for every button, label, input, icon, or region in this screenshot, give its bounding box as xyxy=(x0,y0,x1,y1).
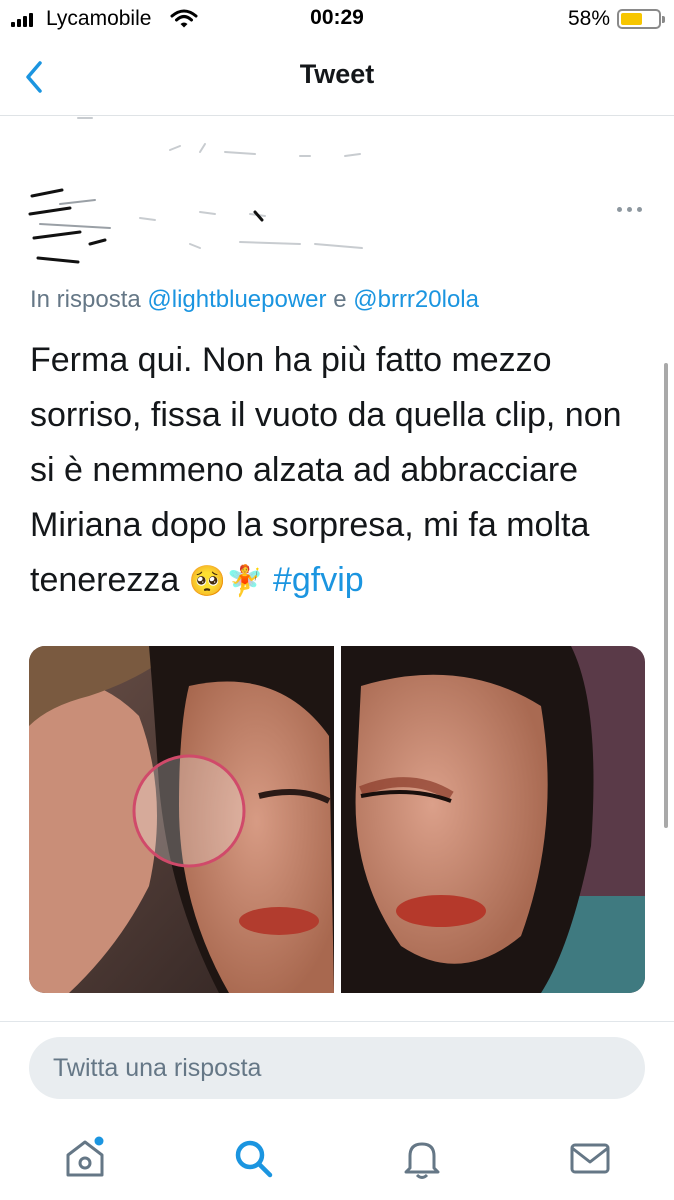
ellipsis-icon[interactable] xyxy=(617,207,642,212)
photo-right[interactable] xyxy=(340,646,646,993)
navigation-bar: Tweet xyxy=(0,40,674,116)
notification-badge xyxy=(94,1136,104,1146)
reply-conjunction: e xyxy=(333,286,347,313)
tab-notifications[interactable] xyxy=(397,1133,447,1183)
reply-bar: Twitta una risposta xyxy=(0,1021,674,1117)
photo-left[interactable] xyxy=(29,646,334,993)
battery-percent: 58% xyxy=(567,7,610,30)
status-bar: Lycamobile 00:29 58% xyxy=(0,0,674,40)
tweet-text: Ferma qui. Non ha più fatto mezzo sorris… xyxy=(30,333,650,609)
reply-context: In risposta @lightbluepower e @brrr20lol… xyxy=(30,286,479,314)
hashtag-link[interactable]: #gfvip xyxy=(273,561,364,599)
mention-link[interactable]: @brrr20lola xyxy=(353,286,479,313)
battery-fill xyxy=(621,13,642,25)
search-icon xyxy=(235,1140,273,1178)
mail-icon xyxy=(570,1143,610,1174)
page-title: Tweet xyxy=(299,59,375,89)
tab-search[interactable] xyxy=(228,1133,278,1183)
mention-link[interactable]: @lightbluepower xyxy=(147,286,326,313)
battery-icon xyxy=(617,9,665,29)
redacted-author-info xyxy=(28,117,363,264)
tab-messages[interactable] xyxy=(565,1133,615,1183)
reply-input[interactable]: Twitta una risposta xyxy=(29,1037,645,1099)
tab-bar xyxy=(0,1118,674,1200)
scrollbar[interactable] xyxy=(664,363,668,828)
bell-icon xyxy=(404,1142,440,1179)
reply-prefix: In risposta xyxy=(30,286,141,313)
home-icon xyxy=(66,1136,104,1177)
tweet-media xyxy=(29,646,645,993)
emoji-pleading-fairy: 🥺🧚 xyxy=(188,565,264,598)
tab-home[interactable] xyxy=(60,1133,110,1183)
